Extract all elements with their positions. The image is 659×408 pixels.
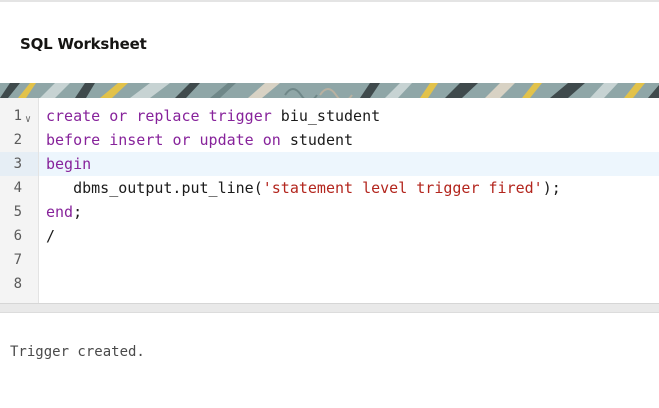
code-line[interactable]: 3 begin	[0, 152, 659, 176]
page-title: SQL Worksheet	[20, 35, 147, 53]
line-number: 2	[13, 132, 22, 148]
pane-splitter[interactable]	[0, 303, 659, 313]
sql-keyword: or	[172, 131, 191, 149]
sql-keyword: end	[46, 203, 74, 221]
sql-token: /	[46, 227, 56, 245]
sql-token: );	[542, 179, 561, 197]
code-text: before insert or update on student	[46, 128, 353, 152]
sql-string: 'statement level trigger fired'	[262, 179, 543, 197]
banner-pattern	[0, 83, 659, 98]
code-text: end;	[46, 200, 82, 224]
code-editor[interactable]: 1 ∨ create or replace trigger biu_student 2…	[0, 98, 659, 303]
line-number: 3	[13, 156, 22, 172]
code-text: begin	[46, 152, 91, 176]
line-number: 8	[13, 276, 22, 292]
sql-keyword: or	[109, 107, 128, 125]
output-message: Trigger created.	[10, 344, 145, 360]
sql-keyword: replace	[136, 107, 200, 125]
sql-keyword: trigger	[208, 107, 272, 125]
line-number: 7	[13, 252, 22, 268]
code-line[interactable]: 4 dbms_output.put_line('statement level …	[0, 176, 659, 200]
code-text: dbms_output.put_line('statement level tr…	[46, 176, 561, 200]
line-number: 5	[13, 204, 22, 220]
sql-keyword: insert	[109, 131, 164, 149]
sql-token: ;	[73, 203, 83, 221]
line-number: 6	[13, 228, 22, 244]
code-line[interactable]: 7	[0, 248, 659, 272]
sql-token: dbms_output.put_line(	[46, 179, 263, 197]
code-line[interactable]: 5 end;	[0, 200, 659, 224]
script-output-panel: Trigger created.	[0, 313, 659, 408]
decorative-banner	[0, 83, 659, 98]
worksheet-header: SQL Worksheet	[0, 2, 659, 83]
code-line[interactable]: 2 before insert or update on student	[0, 128, 659, 152]
code-line[interactable]: 6/	[0, 224, 659, 248]
line-number: 1	[13, 108, 22, 124]
sql-keyword: update	[199, 131, 254, 149]
code-text: /	[46, 224, 55, 248]
sql-keyword: create	[46, 107, 101, 125]
code-line[interactable]: 1 ∨ create or replace trigger biu_student	[0, 104, 659, 128]
sql-token: biu_student	[271, 107, 381, 125]
code-text: create or replace trigger biu_student	[46, 104, 380, 128]
sql-token: student	[280, 131, 354, 149]
sql-keyword: on	[262, 131, 281, 149]
line-number: 4	[13, 180, 22, 196]
sql-keyword: begin	[46, 155, 92, 173]
sql-keyword: before	[46, 131, 101, 149]
code-line[interactable]: 8	[0, 272, 659, 296]
